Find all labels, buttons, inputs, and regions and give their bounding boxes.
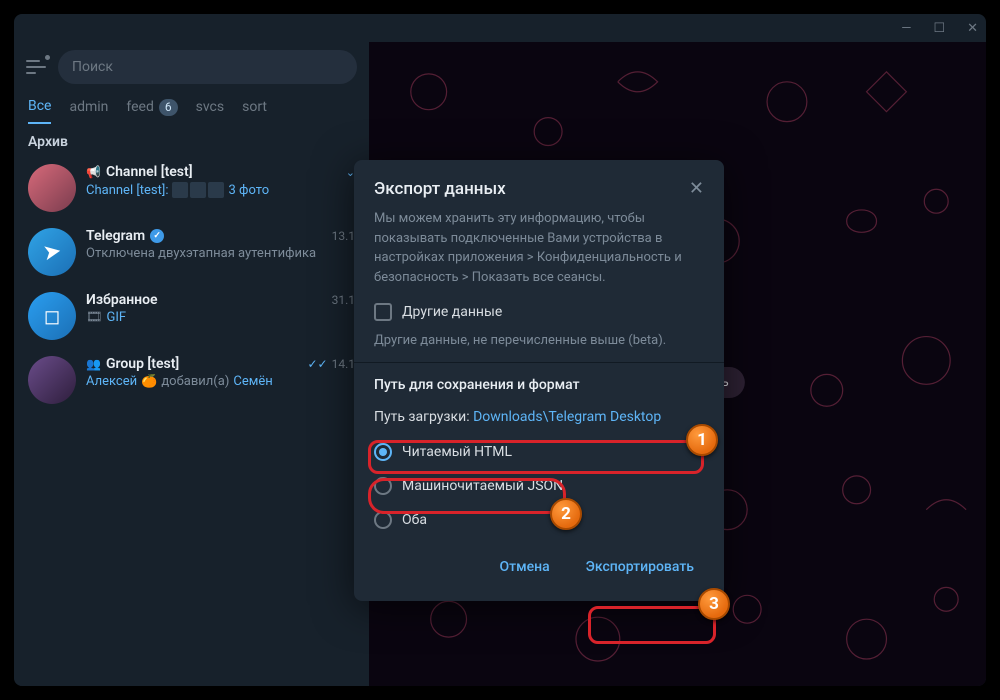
radio-icon bbox=[374, 477, 392, 495]
search-placeholder: Поиск bbox=[72, 59, 113, 75]
window-maximize[interactable]: ☐ bbox=[933, 21, 945, 36]
dialog-title: Экспорт данных bbox=[374, 179, 506, 199]
main-menu-icon[interactable] bbox=[26, 56, 48, 78]
telegram-icon: ➤ bbox=[41, 238, 63, 266]
tab-all[interactable]: Все bbox=[28, 98, 51, 124]
tab-feed[interactable]: feed 6 bbox=[126, 98, 177, 124]
close-icon[interactable]: ✕ bbox=[689, 178, 704, 199]
cancel-button[interactable]: Отмена bbox=[485, 551, 563, 583]
gif-icon: 🎞 bbox=[86, 310, 103, 325]
radio-json[interactable]: Машиночитаемый JSON bbox=[354, 469, 724, 503]
dialog-description: Мы можем хранить эту информацию, чтобы п… bbox=[354, 209, 724, 299]
chat-item[interactable]: 📢Channel [test] ⌄ Channel [test]: 3 фото bbox=[14, 156, 369, 220]
group-icon: 👥 bbox=[86, 357, 101, 371]
avatar: ➤ bbox=[28, 228, 76, 276]
photo-thumbnails bbox=[172, 182, 224, 198]
folder-tabs: Все admin feed 6 svcs sort bbox=[14, 88, 369, 124]
tab-sort[interactable]: sort bbox=[242, 98, 267, 124]
download-path-row[interactable]: Путь загрузки: Downloads\Telegram Deskto… bbox=[354, 399, 724, 435]
download-path-value: Downloads\Telegram Desktop bbox=[473, 409, 661, 425]
export-button[interactable]: Экспортировать bbox=[572, 551, 708, 583]
chat-item[interactable]: ◻ Избранное 31.1 🎞GIF bbox=[14, 284, 369, 348]
verified-icon: ✓ bbox=[150, 229, 164, 243]
tab-feed-badge: 6 bbox=[159, 99, 178, 116]
bookmark-icon: ◻ bbox=[44, 304, 61, 328]
channel-icon: 📢 bbox=[86, 165, 101, 179]
other-data-subtext: Другие данные, не перечисленные выше (be… bbox=[354, 327, 724, 362]
tab-admin[interactable]: admin bbox=[69, 98, 108, 124]
checkbox-icon bbox=[374, 303, 392, 321]
archive-header: Архив bbox=[14, 124, 369, 156]
read-checks-icon: ✓✓ bbox=[307, 357, 327, 371]
section-path-format: Путь для сохранения и формат bbox=[354, 362, 724, 399]
chat-item[interactable]: 👥Group [test] ✓✓14.1 Алексей 🍊 добавил(а… bbox=[14, 348, 369, 412]
chat-item[interactable]: ➤ Telegram✓ 13.1 Отключена двухэтапная а… bbox=[14, 220, 369, 284]
search-input[interactable]: Поиск bbox=[58, 50, 357, 84]
window-close[interactable]: ✕ bbox=[967, 21, 978, 36]
radio-html[interactable]: Читаемый HTML bbox=[354, 435, 724, 469]
avatar: ◻ bbox=[28, 292, 76, 340]
export-data-dialog: Экспорт данных ✕ Мы можем хранить эту ин… bbox=[354, 160, 724, 601]
window-minimize[interactable]: — bbox=[901, 21, 911, 36]
other-data-checkbox-row[interactable]: Другие данные bbox=[354, 299, 724, 327]
radio-icon bbox=[374, 511, 392, 529]
radio-icon bbox=[374, 443, 392, 461]
tab-svcs[interactable]: svcs bbox=[196, 98, 224, 124]
radio-both[interactable]: Оба bbox=[354, 503, 724, 537]
avatar bbox=[28, 356, 76, 404]
avatar bbox=[28, 164, 76, 212]
